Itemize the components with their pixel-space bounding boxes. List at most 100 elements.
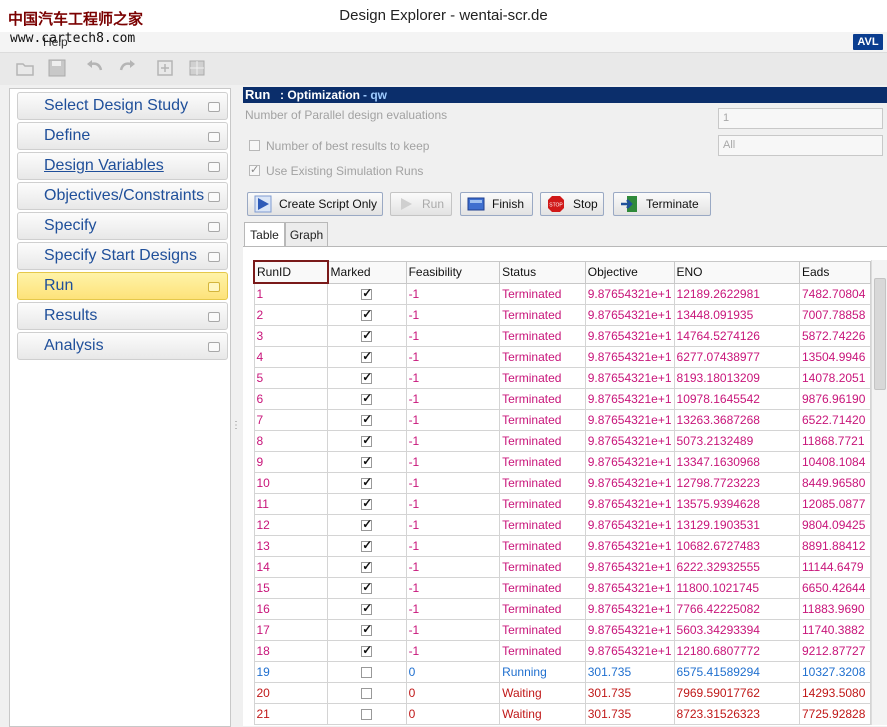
terminate-button[interactable]: Terminate [613,192,711,216]
id-cell[interactable]: 20 [253,682,329,704]
marked-checkbox[interactable] [361,538,372,553]
table-row[interactable]: 14 -1Terminated9.87654321e+16222.32932555… [253,556,871,578]
marked-checkbox[interactable] [361,454,372,469]
sidebar-item-specify-start-designs[interactable]: Specify Start Designs [17,242,228,270]
obj-cell[interactable]: 9.87654321e+1 [584,367,675,389]
feas-cell[interactable]: -1 [405,451,501,473]
sidebar-item-specify[interactable]: Specify [17,212,228,240]
table-row[interactable]: 16 -1Terminated9.87654321e+17766.42225082… [253,598,871,620]
finish-button[interactable]: Finish [460,192,533,216]
feas-cell[interactable]: -1 [405,367,501,389]
marked-cell[interactable] [327,367,407,389]
feas-cell[interactable]: -1 [405,598,501,620]
id-cell[interactable]: 8 [253,430,329,452]
marked-cell[interactable] [327,556,407,578]
eno-cell[interactable]: 7969.59017762 [673,682,800,704]
eno-cell[interactable]: 8193.18013209 [673,367,800,389]
feas-cell[interactable]: 0 [405,661,501,683]
marked-checkbox[interactable] [361,517,372,532]
marked-checkbox[interactable] [361,643,372,658]
status-cell[interactable]: Waiting [499,682,586,704]
marked-checkbox[interactable] [361,370,372,385]
feas-cell[interactable]: -1 [405,619,501,641]
id-cell[interactable]: 7 [253,409,329,431]
eno-cell[interactable]: 13575.9394628 [673,493,800,515]
eads-cell[interactable]: 8891.88412 [798,535,871,557]
eads-cell[interactable]: 9876.96190 [798,388,871,410]
eads-cell[interactable]: 14078.2051 [798,367,871,389]
marked-checkbox[interactable] [361,433,372,448]
marked-checkbox[interactable] [361,709,373,721]
status-cell[interactable]: Terminated [499,346,586,368]
status-cell[interactable]: Terminated [499,535,586,557]
marked-cell[interactable] [327,619,407,641]
feas-cell[interactable]: -1 [405,472,501,494]
id-cell[interactable]: 18 [253,640,329,662]
obj-cell[interactable]: 9.87654321e+1 [584,430,675,452]
eads-cell[interactable]: 7007.78858 [798,304,871,326]
marked-cell[interactable] [327,346,407,368]
marked-checkbox[interactable] [361,307,372,322]
obj-cell[interactable]: 9.87654321e+1 [584,451,675,473]
table-row[interactable]: 19 0 Running 301.735 6575.41589294 10327.3208 [253,661,871,683]
column-header-eads[interactable]: Eads [798,260,871,284]
table-row[interactable]: 21 0 Waiting 301.735 8723.31526323 7725.92828 [253,703,871,725]
feas-cell[interactable]: -1 [405,493,501,515]
id-cell[interactable]: 14 [253,556,329,578]
splitter-handle[interactable]: ⋮ [231,420,241,431]
id-cell[interactable]: 13 [253,535,329,557]
eads-cell[interactable]: 11740.3882 [798,619,871,641]
eno-cell[interactable]: 12189.2622981 [673,282,800,305]
eads-cell[interactable]: 9212.87727 [798,640,871,662]
obj-cell[interactable]: 9.87654321e+1 [584,598,675,620]
marked-checkbox[interactable] [361,475,372,490]
id-cell[interactable]: 3 [253,325,329,347]
feas-cell[interactable]: -1 [405,556,501,578]
obj-cell[interactable]: 9.87654321e+1 [584,619,675,641]
feas-cell[interactable]: -1 [405,640,501,662]
feas-cell[interactable]: -1 [405,409,501,431]
marked-cell[interactable] [327,598,407,620]
eno-cell[interactable]: 13448.091935 [673,304,800,326]
eads-cell[interactable]: 5872.74226 [798,325,871,347]
feas-cell[interactable]: -1 [405,430,501,452]
redo-icon[interactable] [116,58,138,80]
obj-cell[interactable]: 9.87654321e+1 [584,493,675,515]
eno-cell[interactable]: 12180.6807772 [673,640,800,662]
table-row[interactable]: 12 -1Terminated9.87654321e+113129.1903531… [253,514,871,536]
id-cell[interactable]: 6 [253,388,329,410]
marked-checkbox[interactable] [361,622,372,637]
id-cell[interactable]: 2 [253,304,329,326]
eads-cell[interactable]: 7482.70804 [798,282,871,305]
status-cell[interactable]: Running [499,661,586,683]
eno-cell[interactable]: 6222.32932555 [673,556,800,578]
id-cell[interactable]: 16 [253,598,329,620]
obj-cell[interactable]: 9.87654321e+1 [584,304,675,326]
eno-cell[interactable]: 10682.6727483 [673,535,800,557]
feas-cell[interactable]: -1 [405,388,501,410]
marked-cell[interactable] [327,304,407,326]
id-cell[interactable]: 1 [253,282,329,305]
table-row[interactable]: 11 -1Terminated9.87654321e+113575.9394628… [253,493,871,515]
column-header-eno[interactable]: ENO [673,260,800,284]
table-row[interactable]: 5 -1Terminated9.87654321e+18193.180132091… [253,367,871,389]
status-cell[interactable]: Terminated [499,472,586,494]
obj-cell[interactable]: 301.735 [584,682,675,704]
scrollbar-thumb[interactable] [874,278,886,390]
eads-cell[interactable]: 11868.7721 [798,430,871,452]
eno-cell[interactable]: 13347.1630968 [673,451,800,473]
sidebar-item-results[interactable]: Results [17,302,228,330]
sidebar-item-run[interactable]: Run [17,272,228,300]
feas-cell[interactable]: -1 [405,346,501,368]
marked-checkbox[interactable] [361,349,372,364]
eno-cell[interactable]: 8723.31526323 [673,703,800,725]
status-cell[interactable]: Terminated [499,514,586,536]
table-row[interactable]: 17 -1Terminated9.87654321e+15603.34293394… [253,619,871,641]
feas-cell[interactable]: -1 [405,325,501,347]
best-results-checkbox[interactable] [249,140,260,151]
parallel-evaluations-field[interactable]: 1 [718,108,883,129]
open-folder-icon[interactable] [14,58,36,80]
best-results-field[interactable]: All [718,135,883,156]
status-cell[interactable]: Terminated [499,325,586,347]
marked-cell[interactable] [327,703,407,725]
